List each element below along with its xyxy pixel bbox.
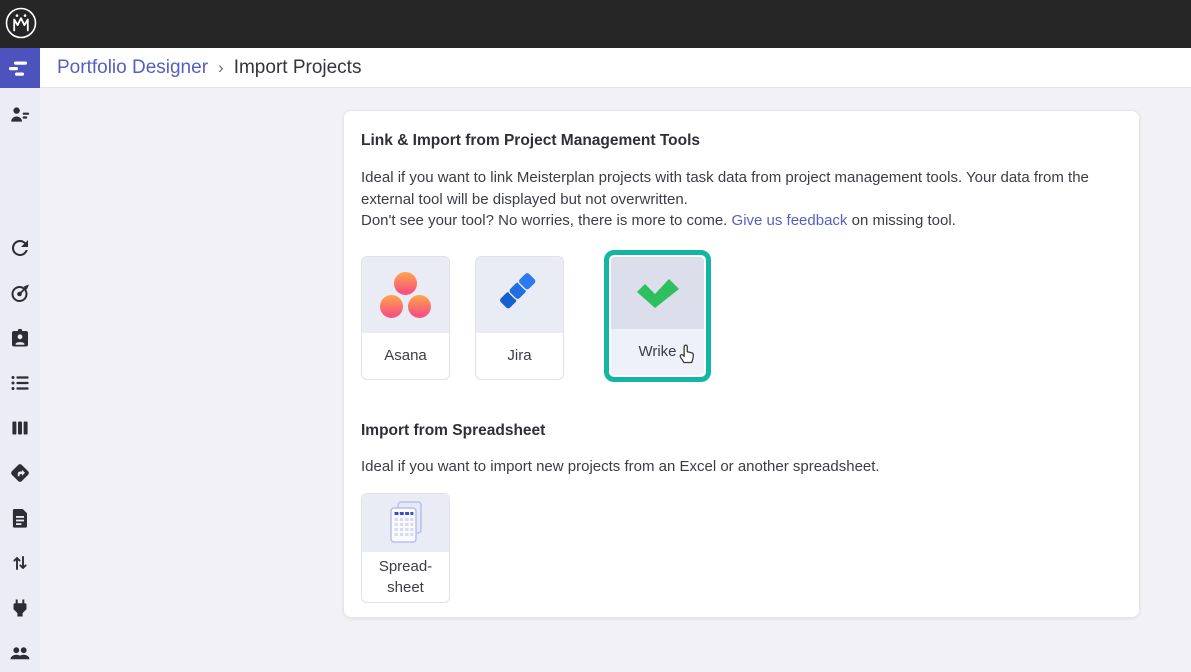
spreadsheet-description: Ideal if you want to import new projects… [361,456,1122,478]
jira-logo [497,271,543,319]
spreadsheet-icon [386,500,426,546]
sidebar-item-resources[interactable] [8,103,32,127]
meisterplan-logo-icon [4,6,38,40]
sidebar-item-import-export[interactable] [8,551,32,575]
person-list-icon [8,103,32,127]
tool-card-wrike[interactable]: Wrike [611,257,704,375]
sidebar-item-contacts[interactable] [8,326,32,350]
spreadsheet-label-line2: sheet [387,579,424,596]
wrike-icon-area [611,257,704,329]
tool-card-jira[interactable]: Jira [475,256,564,380]
sidebar-item-reports[interactable] [8,506,32,530]
badge-person-icon [8,326,32,350]
jira-icon-area [476,257,563,333]
wrike-logo [634,275,682,311]
breadcrumb-parent-link[interactable]: Portfolio Designer [57,57,208,79]
breadcrumb-bar: Portfolio Designer › Import Projects [0,48,1191,88]
breadcrumb: Portfolio Designer › Import Projects [57,48,361,88]
spreadsheet-label-line1: Spread- [379,558,432,575]
document-icon [8,506,32,530]
tool-card-asana[interactable]: Asana [361,256,450,380]
sidebar-item-board[interactable] [8,416,32,440]
pm-tools-desc-line1: Ideal if you want to link Meisterplan pr… [361,169,1089,208]
sidebar-item-portfolio-designer[interactable] [0,48,40,88]
bulleted-list-icon [8,371,32,395]
spreadsheet-section-title: Import from Spreadsheet [361,422,1122,440]
tool-label: Asana [362,333,449,379]
sidebar-item-list[interactable] [8,371,32,395]
sync-icon [8,236,32,260]
meisterplan-logo[interactable] [3,5,39,41]
tool-label: Spread- sheet [362,552,449,602]
tool-card-wrike-selected[interactable]: Wrike [604,250,711,382]
sidebar-item-navigation[interactable] [8,461,32,485]
pm-tools-desc-line2-after: on missing tool. [847,212,955,229]
tool-card-spreadsheet[interactable]: Spread- sheet [361,493,450,603]
tool-label: Jira [476,333,563,379]
people-icon [8,641,32,665]
sidebar-item-team[interactable] [8,641,32,665]
columns-icon [8,416,32,440]
spreadsheet-icon-area [362,494,449,552]
goal-target-icon [8,281,32,305]
import-export-arrows-icon [8,551,32,575]
sidebar-item-integrations[interactable] [8,596,32,620]
plug-icon [8,596,32,620]
sidebar: ? [0,88,40,672]
asana-logo [379,272,432,318]
breadcrumb-separator: › [218,58,224,78]
import-projects-card: Link & Import from Project Management To… [343,110,1140,618]
hand-cursor-icon [676,339,698,364]
spreadsheet-row: Spread- sheet [361,477,1122,603]
directions-icon [8,461,32,485]
pm-tools-desc-line2: Don't see your tool? No worries, there i… [361,212,732,229]
portfolio-designer-icon [0,48,40,88]
pm-tools-description: Ideal if you want to link Meisterplan pr… [361,167,1122,232]
tool-label: Wrike [638,341,676,362]
sidebar-item-goals[interactable] [8,281,32,305]
give-feedback-link[interactable]: Give us feedback [732,212,848,229]
top-bar [0,0,1191,48]
wrike-label-area: Wrike [611,329,704,375]
pm-tools-row: Asana Jira [361,250,1122,382]
asana-icon-area [362,257,449,333]
pm-tools-section-title: Link & Import from Project Management To… [361,132,1122,150]
page-title: Import Projects [234,57,362,79]
sidebar-item-sync[interactable] [8,236,32,260]
